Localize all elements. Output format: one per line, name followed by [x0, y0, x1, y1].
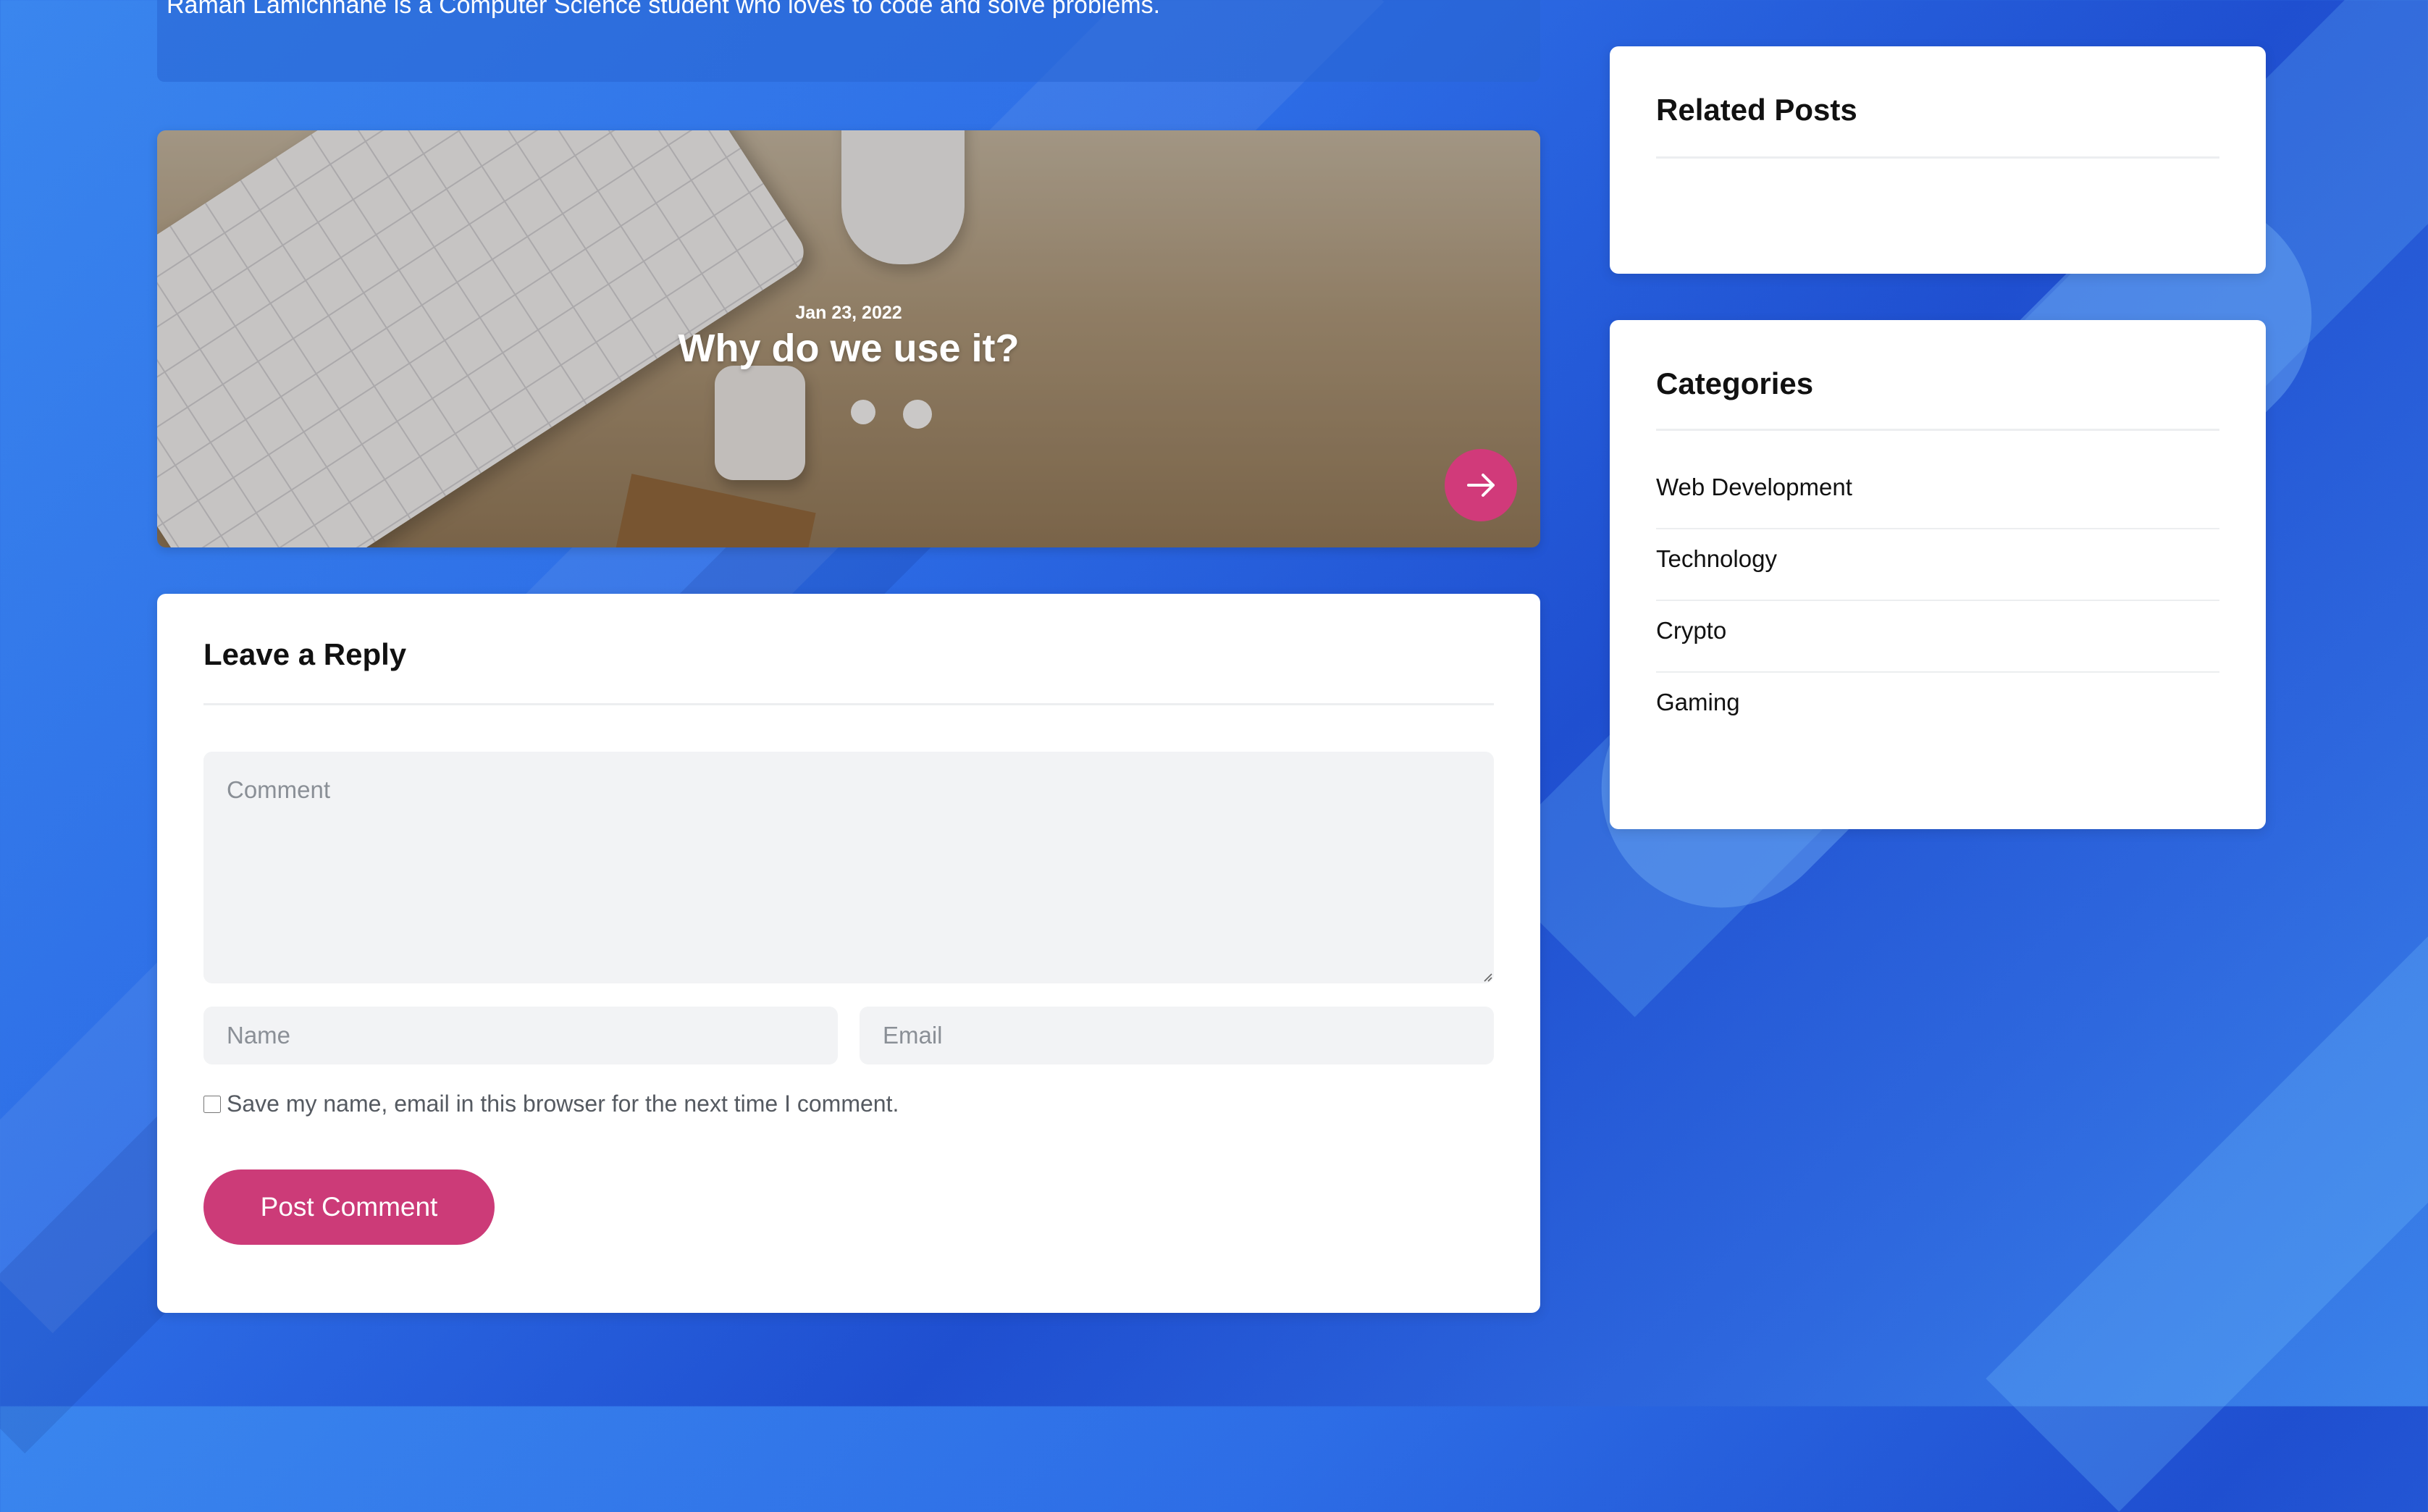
read-more-button[interactable]: [1445, 449, 1517, 521]
reply-heading: Leave a Reply: [203, 637, 407, 671]
name-field[interactable]: [203, 1007, 838, 1064]
arrow-right-icon: [1467, 474, 1495, 497]
categories-heading: Categories: [1656, 366, 1814, 400]
category-item-crypto[interactable]: Crypto: [1656, 601, 2219, 673]
category-item-web-development[interactable]: Web Development: [1656, 458, 2219, 529]
category-list: Web Development Technology Crypto Gaming: [1656, 458, 2219, 743]
reply-form-card: Leave a Reply Save my name, email in thi…: [157, 594, 1540, 1313]
post-title[interactable]: Why do we use it?: [157, 326, 1540, 371]
save-info-checkbox[interactable]: [203, 1095, 221, 1113]
save-info-row[interactable]: Save my name, email in this browser for …: [203, 1091, 899, 1117]
categories-card: Categories Web Development Technology Cr…: [1610, 320, 2266, 829]
category-item-gaming[interactable]: Gaming: [1656, 673, 2219, 743]
post-date: Jan 23, 2022: [795, 303, 902, 323]
post-card[interactable]: Jan 23, 2022 Why do we use it?: [157, 130, 1540, 547]
comment-textarea[interactable]: [203, 752, 1494, 983]
resize-handle-icon[interactable]: [1481, 970, 1492, 982]
email-field[interactable]: [860, 1007, 1494, 1064]
divider: [1656, 429, 2219, 431]
divider: [203, 703, 1494, 705]
author-bio-text: Raman Lamichhane is a Computer Science s…: [167, 0, 1161, 19]
divider: [1656, 156, 2219, 159]
related-posts-heading: Related Posts: [1656, 93, 1857, 127]
save-info-label: Save my name, email in this browser for …: [227, 1091, 899, 1117]
related-posts-card: Related Posts: [1610, 46, 2266, 274]
post-comment-button[interactable]: Post Comment: [203, 1169, 495, 1245]
category-item-technology[interactable]: Technology: [1656, 529, 2219, 601]
